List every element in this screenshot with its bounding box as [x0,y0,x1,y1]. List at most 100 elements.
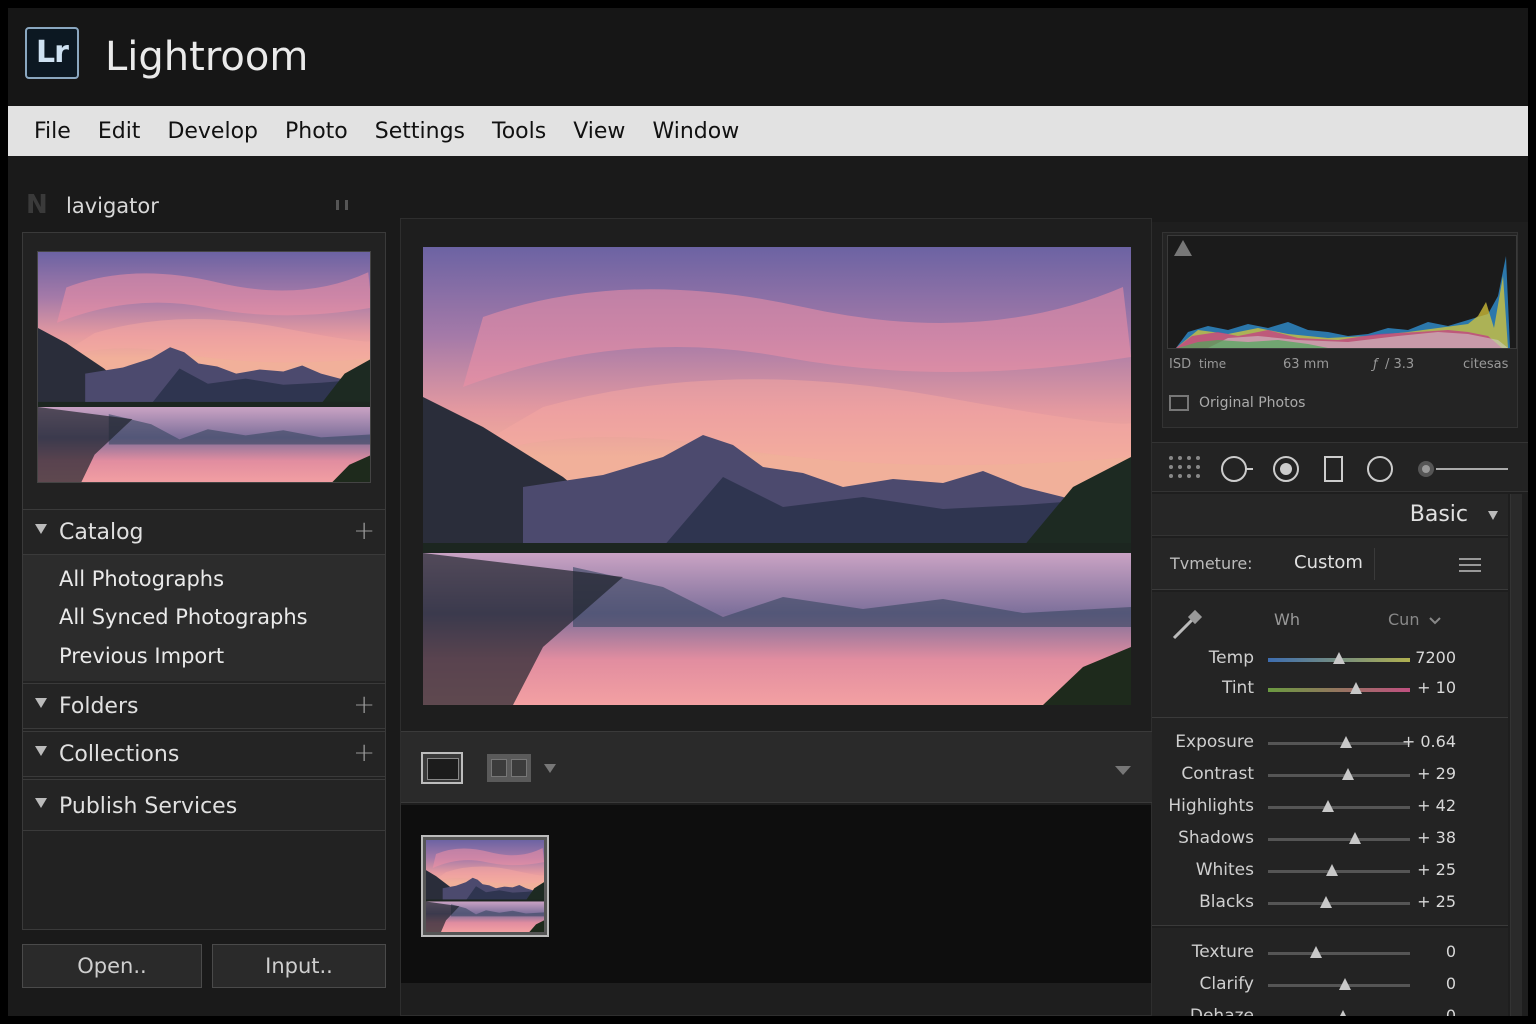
catalog-item-previous-import[interactable]: Previous Import [59,644,224,668]
main-photo[interactable] [423,247,1131,705]
menu-tools[interactable]: Tools [492,119,546,144]
shadow-clipping-icon[interactable] [1174,240,1192,256]
navigator-header[interactable]: N lavigator [22,190,392,220]
catalog-label: Catalog [59,520,144,545]
slider-label-exposure: Exposure [1175,732,1254,752]
histogram[interactable] [1167,235,1517,349]
slider-value-shadows[interactable]: + 38 [1417,828,1456,847]
slider-thumb-texture[interactable] [1310,946,1323,958]
slider-value-contrast[interactable]: + 29 [1417,764,1456,783]
adjustment-brush-icon[interactable] [1416,455,1510,483]
slider-label-tint: Tint [1221,678,1254,698]
slider-value-clarify[interactable]: 0 [1446,974,1456,993]
app-title: Lightroom [105,34,309,80]
disclosure-triangle-icon[interactable] [35,524,47,534]
slider-thumb-contrast[interactable] [1341,768,1354,780]
slider-track-highlights[interactable] [1268,800,1410,812]
slider-value-temp[interactable]: 7200 [1415,648,1456,667]
filmstrip-thumbnail[interactable] [421,835,549,937]
meta-aperture: / 3.3 [1385,357,1415,372]
slider-track-texture[interactable] [1268,946,1410,958]
disclosure-triangle-icon[interactable] [35,698,47,708]
crop-grid-icon[interactable] [1168,455,1200,479]
slider-track-clarify[interactable] [1268,978,1410,990]
basic-panel-header[interactable]: Basic [1152,494,1508,536]
add-catalog-icon[interactable]: + [353,516,375,546]
left-panel: N lavigator Catalog + All Photographs Al… [8,156,400,1016]
slider-label-blacks: Blacks [1199,892,1254,912]
develop-tools-strip [1152,442,1528,492]
slider-thumb-shadows[interactable] [1348,832,1361,844]
slider-thumb-whites[interactable] [1325,864,1338,876]
slider-track-blacks[interactable] [1268,896,1410,908]
collections-header[interactable]: Collections + [23,731,385,777]
catalog-header[interactable]: Catalog + [23,509,385,555]
original-photos-toggle-icon[interactable] [1169,395,1189,411]
menu-develop[interactable]: Develop [167,119,258,144]
slider-track-temp[interactable] [1268,652,1410,664]
red-eye-icon[interactable] [1272,455,1302,483]
basic-panel-title: Basic [1409,502,1468,527]
slider-track-tint[interactable] [1268,682,1410,694]
compare-view-icon[interactable] [487,754,531,782]
slider-thumb-dehaze[interactable] [1337,1010,1350,1016]
menu-view[interactable]: View [573,119,625,144]
slider-value-dehaze[interactable]: 0 [1446,1006,1456,1016]
slider-thumb-exposure[interactable] [1340,736,1353,748]
publish-services-header[interactable]: Publish Services [23,779,385,831]
slider-value-tint[interactable]: + 10 [1417,678,1456,697]
radial-filter-icon[interactable] [1366,455,1396,483]
slider-track-whites[interactable] [1268,864,1410,876]
view-toolbar [401,731,1153,803]
slider-thumb-highlights[interactable] [1321,800,1334,812]
loupe-view-icon[interactable] [421,752,463,784]
slider-value-exposure[interactable]: + 0.64 [1402,732,1456,751]
toolbar-menu-chevron-icon[interactable] [1115,766,1131,775]
slider-track-exposure[interactable] [1268,736,1410,748]
slider-value-whites[interactable]: + 25 [1417,860,1456,879]
slider-track-shadows[interactable] [1268,832,1410,844]
folders-header[interactable]: Folders + [23,683,385,729]
menu-edit[interactable]: Edit [98,119,141,144]
collections-label: Collections [59,742,180,767]
slider-label-temp: Temp [1208,648,1254,668]
disclosure-triangle-icon[interactable] [35,746,47,756]
add-folder-icon[interactable]: + [353,690,375,720]
slider-value-blacks[interactable]: + 25 [1417,892,1456,911]
slider-thumb-clarify[interactable] [1338,978,1351,990]
menu-window[interactable]: Window [652,119,739,144]
profile-browser-grid-icon[interactable] [1458,556,1482,574]
slider-value-highlights[interactable]: + 42 [1417,796,1456,815]
catalog-item-all-photographs[interactable]: All Photographs [59,567,224,591]
eyedropper-icon[interactable] [1170,608,1204,642]
slider-value-texture[interactable]: 0 [1446,942,1456,961]
input-button[interactable]: Input.. [212,944,386,988]
folders-label: Folders [59,694,139,719]
menu-file[interactable]: File [34,119,71,144]
panel-grip-icon[interactable] [336,200,348,210]
slider-thumb-tint[interactable] [1350,682,1363,694]
slider-track-contrast[interactable] [1268,768,1410,780]
profile-value[interactable]: Custom [1294,552,1363,573]
aperture-icon: ƒ [1373,357,1378,372]
slider-thumb-blacks[interactable] [1320,896,1333,908]
view-options-chevron-icon[interactable] [544,764,556,773]
catalog-item-all-synced-photographs[interactable]: All Synced Photographs [59,605,308,629]
spot-removal-icon[interactable] [1220,455,1254,483]
graduated-filter-icon[interactable] [1322,455,1346,483]
collapse-triangle-icon[interactable] [1488,511,1498,520]
compare-right-icon [511,759,527,777]
menu-photo[interactable]: Photo [285,119,348,144]
open-button[interactable]: Open.. [22,944,202,988]
menu-settings[interactable]: Settings [375,119,465,144]
navigator-preview[interactable] [37,251,371,483]
wb-value[interactable]: Cun [1388,610,1419,629]
navigator-preview-image [38,252,370,482]
disclosure-triangle-icon[interactable] [35,798,47,808]
add-collection-icon[interactable]: + [353,738,375,768]
wb-dropdown-chevron-icon[interactable] [1428,616,1442,626]
title-bar: Lr Lightroom [8,8,1528,106]
right-panel-scrollbar[interactable] [1510,494,1522,1016]
slider-thumb-temp[interactable] [1333,652,1345,664]
right-panel: ISD time 63 mm ƒ / 3.3 citesas Original … [1152,222,1528,1016]
